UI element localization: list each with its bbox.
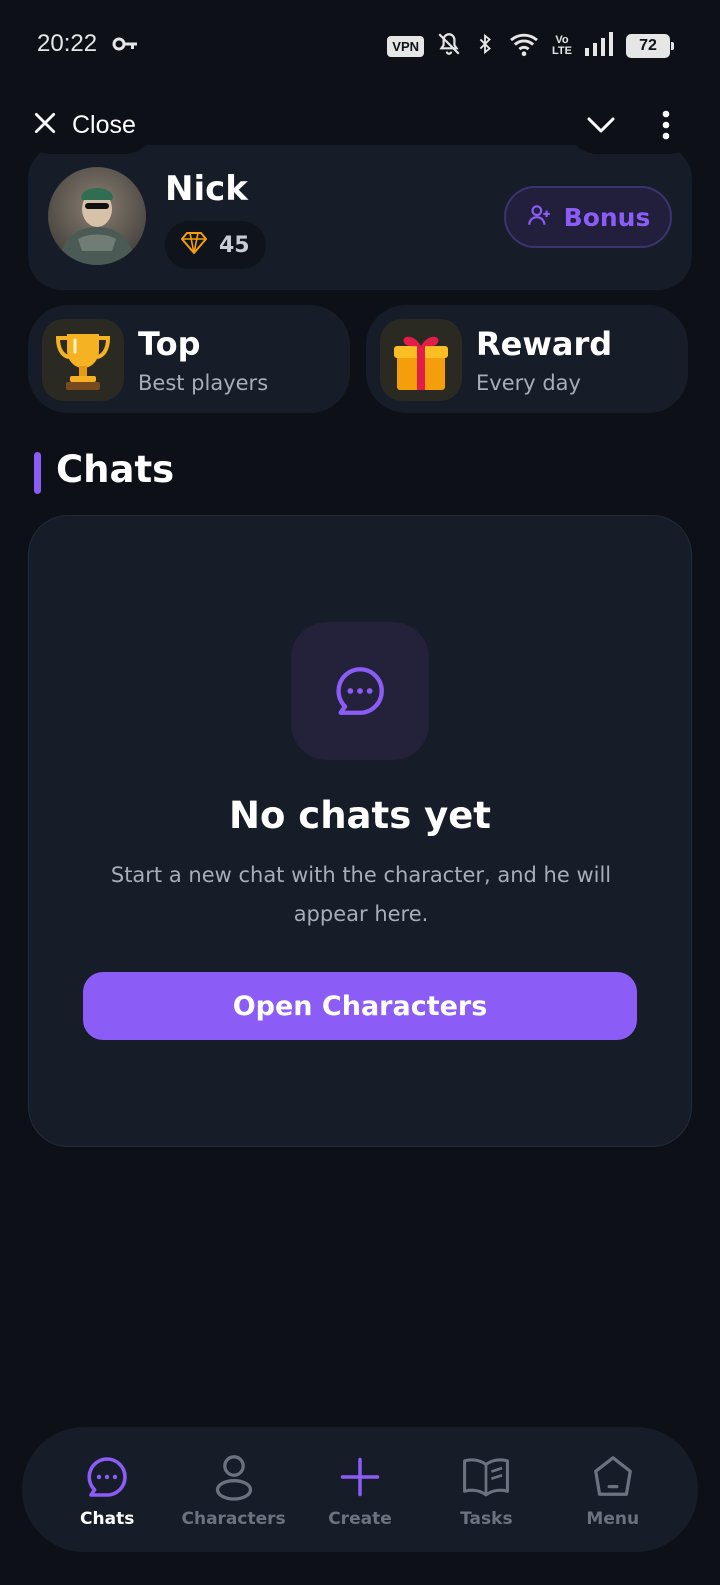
chevron-down-icon [587,117,614,133]
close-button[interactable]: Close [22,96,154,154]
top-players-card[interactable]: Top Best players [28,305,350,413]
close-icon [32,110,58,140]
gems-balance[interactable]: 45 [165,221,266,269]
nav-label-characters: Characters [181,1508,286,1529]
chat-bubble-icon [83,1451,131,1503]
profile-name: Nick [165,169,248,209]
wifi-icon [508,31,540,61]
key-icon [112,36,138,56]
nav-item-create[interactable]: Create [301,1451,419,1529]
vpn-badge: VPN [387,35,425,57]
section-accent-bar [34,452,41,494]
home-icon [590,1451,636,1503]
reward-subtitle: Every day [476,371,581,395]
reward-title: Reward [476,325,613,363]
bluetooth-icon [474,31,496,61]
section-title-chats: Chats [56,448,175,491]
status-bar: 20:22 VPN Vo LTE 72 [0,0,720,92]
top-actions [568,96,698,154]
add-user-icon [526,202,552,232]
trophy-icon [42,319,124,401]
gems-value: 45 [219,232,250,258]
nav-item-tasks[interactable]: Tasks [427,1451,545,1529]
gem-icon [181,232,207,258]
profile-card: Nick 45 Bonus [28,145,692,290]
status-time: 20:22 [37,30,98,57]
avatar[interactable] [48,167,146,265]
close-label: Close [72,110,136,139]
daily-reward-card[interactable]: Reward Every day [366,305,688,413]
empty-description: Start a new chat with the character, and… [110,863,612,926]
nav-label-chats: Chats [80,1508,135,1529]
battery-icon: 72 [626,34,674,58]
nav-label-menu: Menu [586,1508,640,1529]
nav-label-tasks: Tasks [460,1508,513,1529]
nav-item-characters[interactable]: Characters [175,1451,293,1529]
chevron-down-button[interactable] [576,100,626,150]
nav-item-menu[interactable]: Menu [554,1451,672,1529]
nav-label-create: Create [328,1508,392,1529]
bonus-button[interactable]: Bonus [504,186,672,248]
mute-icon [436,31,462,61]
top-subtitle: Best players [138,371,269,395]
gift-icon [380,319,462,401]
empty-title: No chats yet [229,794,491,837]
open-characters-button[interactable]: Open Characters [83,972,637,1040]
plus-icon [339,1451,381,1503]
signal-icon [584,32,614,60]
volte-indicator: Vo LTE [552,34,572,57]
book-icon [461,1451,511,1503]
chat-bubble-icon [291,622,429,760]
top-title: Top [138,325,201,363]
person-icon [212,1451,256,1503]
nav-item-chats[interactable]: Chats [48,1451,166,1529]
more-vertical-icon [662,110,669,140]
bonus-label: Bonus [563,202,651,232]
bottom-nav: Chats Characters Create Tasks Menu [22,1427,698,1552]
open-characters-label: Open Characters [232,990,488,1022]
empty-chats-card: No chats yet Start a new chat with the c… [28,515,692,1147]
more-options-button[interactable] [641,100,691,150]
